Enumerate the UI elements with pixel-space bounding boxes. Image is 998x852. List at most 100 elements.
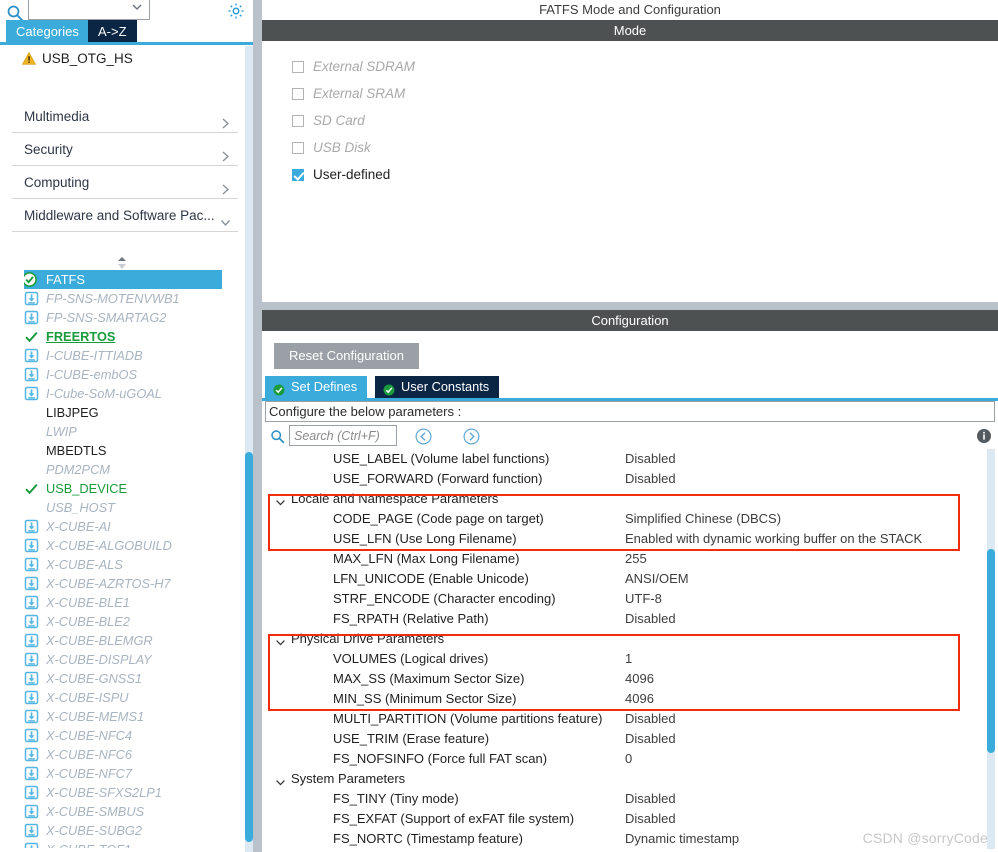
sidebar-middleware-item[interactable]: PDM2PCM [24,460,224,479]
parameter-row[interactable]: MULTI_PARTITION (Volume partitions featu… [265,709,995,729]
parameter-row[interactable]: MAX_LFN (Max Long Filename) 255 [265,549,995,569]
checkbox-user-defined[interactable]: User-defined [292,163,390,186]
sidebar-middleware-item[interactable]: X-CUBE-ISPU [24,688,224,707]
parameter-value[interactable]: Disabled [625,709,676,729]
parameter-value[interactable]: Simplified Chinese (DBCS) [625,509,781,529]
sidebar-middleware-item[interactable]: FREERTOS [24,327,224,346]
parameter-value[interactable]: 255 [625,549,647,569]
checkbox-external-sdram[interactable]: External SDRAM [292,55,415,78]
sidebar-middleware-item[interactable]: X-CUBE-DISPLAY [24,650,224,669]
sidebar-middleware-item[interactable]: X-CUBE-NFC6 [24,745,224,764]
parameter-row[interactable]: FS_TINY (Tiny mode) Disabled [265,789,995,809]
sidebar-middleware-list[interactable]: FATFS FP-SNS-MOTENVWB1 FP-SNS-SMARTAG2 FREE… [24,270,224,848]
parameter-value[interactable]: Disabled [625,449,676,469]
parameter-row[interactable]: USE_FORWARD (Forward function) Disabled [265,469,995,489]
parameter-row[interactable]: VOLUMES (Logical drives) 1 [265,649,995,669]
checkbox-usb-disk[interactable]: USB Disk [292,136,371,159]
parameter-value[interactable]: UTF-8 [625,589,662,609]
sidebar-middleware-item[interactable]: I-CUBE-embOS [24,365,224,384]
sidebar-middleware-item[interactable]: LWIP [24,422,224,441]
sidebar-middleware-item[interactable]: X-CUBE-NFC7 [24,764,224,783]
sidebar-middleware-item[interactable]: X-CUBE-NFC4 [24,726,224,745]
configuration-section-body: Reset Configuration Set Defines User Con… [262,331,998,852]
sidebar-category-multimedia[interactable]: Multimedia [12,100,238,133]
parameter-row[interactable]: USE_LFN (Use Long Filename) Enabled with … [265,529,995,549]
sidebar-middleware-item[interactable]: X-CUBE-MEMS1 [24,707,224,726]
reset-configuration-button[interactable]: Reset Configuration [274,343,419,369]
tab-a-to-z[interactable]: A->Z [88,20,137,44]
sidebar-middleware-item[interactable]: X-CUBE-BLEMGR [24,631,224,650]
parameter-group-row[interactable]: Physical Drive Parameters [265,629,995,649]
tab-categories[interactable]: Categories [6,20,89,44]
sidebar-middleware-item[interactable]: X-CUBE-SUBG2 [24,821,224,840]
tab-set-defines[interactable]: Set Defines [265,376,368,398]
sidebar-splitter-handle[interactable] [112,256,132,270]
sidebar-item-usb-otg-hs[interactable]: USB_OTG_HS [0,46,240,70]
sidebar-middleware-item[interactable]: X-CUBE-BLE2 [24,612,224,631]
sidebar-middleware-item[interactable]: LIBJPEG [24,403,224,422]
parameter-name: MAX_LFN (Max Long Filename) [333,551,520,566]
chevron-down-icon[interactable] [275,774,286,786]
sidebar-middleware-item[interactable]: X-CUBE-ALS [24,555,224,574]
sidebar-middleware-item[interactable]: USB_DEVICE [24,479,224,498]
parameter-value[interactable]: 0 [625,749,632,769]
parameter-value[interactable]: Disabled [625,809,676,829]
sidebar-middleware-item[interactable]: MBEDTLS [24,441,224,460]
parameter-row[interactable]: FS_RPATH (Relative Path) Disabled [265,609,995,629]
sidebar-middleware-item[interactable]: X-CUBE-GNSS1 [24,669,224,688]
parameter-list[interactable]: USE_LABEL (Volume label functions) Disabl… [265,449,995,849]
sidebar-scrollbar-thumb[interactable] [245,452,253,842]
parameter-row[interactable]: STRF_ENCODE (Character encoding) UTF-8 [265,589,995,609]
parameter-row[interactable]: FS_NOFSINFO (Force full FAT scan) 0 [265,749,995,769]
gear-icon[interactable] [227,2,245,20]
parameter-group-row[interactable]: Locale and Namespace Parameters [265,489,995,509]
chevron-down-icon[interactable] [275,634,286,646]
sidebar-middleware-label: USB_DEVICE [46,481,128,496]
parameter-row[interactable]: LFN_UNICODE (Enable Unicode) ANSI/OEM [265,569,995,589]
sidebar-middleware-item[interactable]: X-CUBE-TOF1 [24,840,224,848]
parameter-scrollbar-thumb[interactable] [987,549,995,753]
parameter-value[interactable]: Disabled [625,609,676,629]
sidebar-middleware-item[interactable]: X-CUBE-ALGOBUILD [24,536,224,555]
parameter-value[interactable]: Dynamic timestamp [625,829,739,849]
parameter-row[interactable]: FS_NORTC (Timestamp feature) Dynamic time… [265,829,995,849]
search-input[interactable] [289,425,397,446]
parameter-value[interactable]: 4096 [625,669,654,689]
sidebar-middleware-item[interactable]: I-Cube-SoM-uGOAL [24,384,224,403]
parameter-row[interactable]: FS_EXFAT (Support of exFAT file system) D… [265,809,995,829]
tab-user-constants[interactable]: User Constants [375,376,500,398]
sidebar-middleware-item[interactable]: X-CUBE-SMBUS [24,802,224,821]
sidebar-category-middleware[interactable]: Middleware and Software Pac... [12,199,238,232]
chevron-left-circle-icon[interactable] [415,428,432,445]
checkbox-external-sram[interactable]: External SRAM [292,82,405,105]
sidebar-middleware-item[interactable]: X-CUBE-SFXS2LP1 [24,783,224,802]
parameter-group-row[interactable]: System Parameters [265,769,995,789]
parameter-value[interactable]: 4096 [625,689,654,709]
parameter-value[interactable]: Disabled [625,469,676,489]
sidebar-middleware-item[interactable]: FATFS [24,270,222,289]
sidebar-middleware-item[interactable]: FP-SNS-SMARTAG2 [24,308,224,327]
checkbox-sd-card[interactable]: SD Card [292,109,365,132]
sidebar-middleware-item[interactable]: USB_HOST [24,498,224,517]
sidebar-middleware-item[interactable]: X-CUBE-BLE1 [24,593,224,612]
parameter-row[interactable]: MIN_SS (Minimum Sector Size) 4096 [265,689,995,709]
chevron-down-icon[interactable] [275,494,286,506]
sidebar-middleware-item[interactable]: X-CUBE-AI [24,517,224,536]
component-filter-combobox[interactable] [28,0,150,20]
parameter-value[interactable]: 1 [625,649,632,669]
parameter-value[interactable]: ANSI/OEM [625,569,689,589]
sidebar-category-security[interactable]: Security [12,133,238,166]
parameter-row[interactable]: USE_TRIM (Erase feature) Disabled [265,729,995,749]
parameter-row[interactable]: USE_LABEL (Volume label functions) Disabl… [265,449,995,469]
parameter-value[interactable]: Disabled [625,789,676,809]
parameter-value[interactable]: Enabled with dynamic working buffer on t… [625,529,922,549]
parameter-row[interactable]: CODE_PAGE (Code page on target) Simplifie… [265,509,995,529]
sidebar-middleware-item[interactable]: FP-SNS-MOTENVWB1 [24,289,224,308]
sidebar-middleware-item[interactable]: I-CUBE-ITTIADB [24,346,224,365]
parameter-row[interactable]: MAX_SS (Maximum Sector Size) 4096 [265,669,995,689]
info-icon[interactable] [976,428,992,444]
chevron-right-circle-icon[interactable] [463,428,480,445]
sidebar-category-computing[interactable]: Computing [12,166,238,199]
parameter-value[interactable]: Disabled [625,729,676,749]
sidebar-middleware-item[interactable]: X-CUBE-AZRTOS-H7 [24,574,224,593]
